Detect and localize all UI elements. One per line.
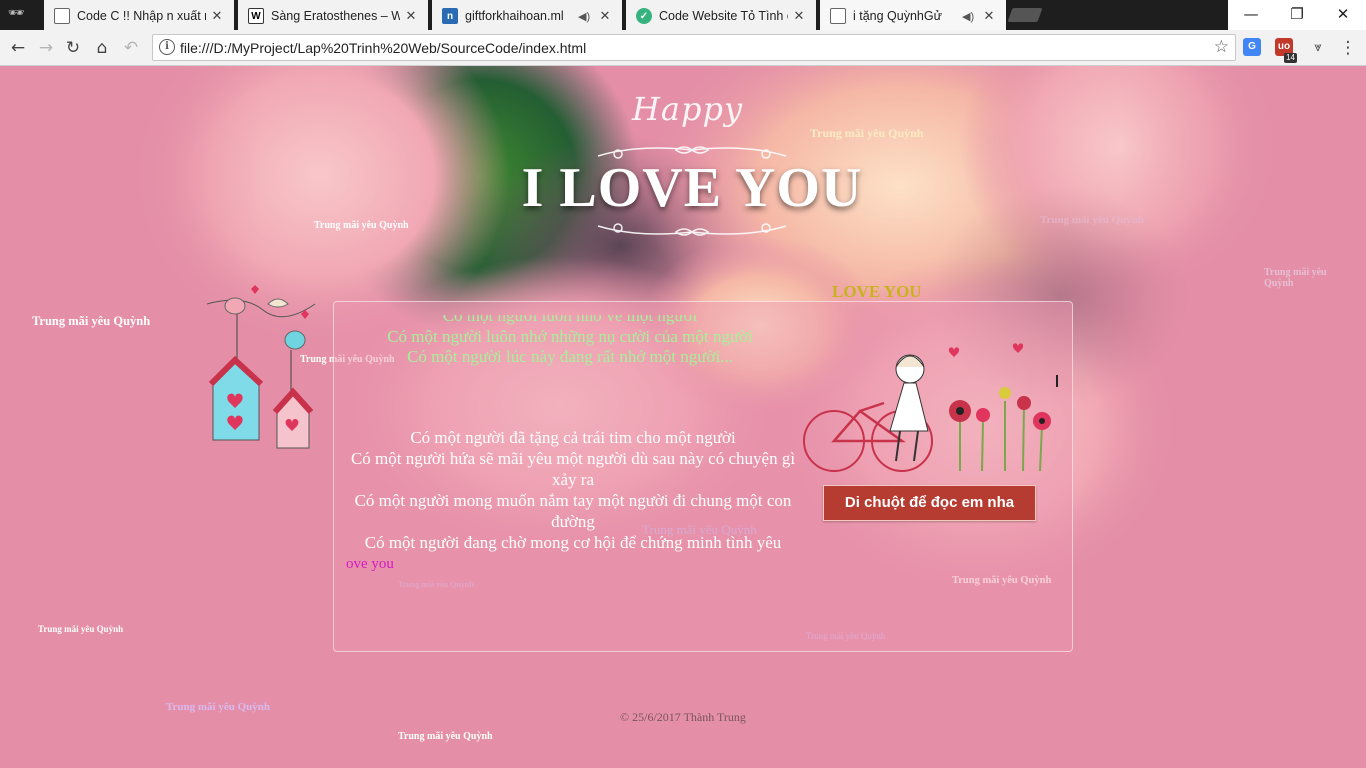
- floating-text: Trung mãi yêu Quỳnh: [398, 731, 493, 742]
- reload-icon[interactable]: ↻: [61, 36, 85, 60]
- tab-3[interactable]: n giftforkhaihoan.ml ◀) ✕: [432, 0, 622, 30]
- tab-title: Sàng Eratosthenes – Wik: [271, 9, 400, 23]
- tab-1[interactable]: Code C !! Nhập n xuất ra ✕: [44, 0, 234, 30]
- i-love-you-headline: I LOVE YOU: [521, 157, 863, 219]
- close-icon[interactable]: ✕: [792, 8, 806, 24]
- story-line: Có một người hứa sẽ mãi yêu một người dù…: [350, 449, 796, 489]
- love-page: Happy I LOVE YOU Trung mãi yêu Quỳnh Tru…: [0, 66, 1366, 768]
- speaker-icon[interactable]: ◀): [578, 10, 594, 23]
- read-message-button[interactable]: Di chuột để đọc em nha: [823, 485, 1036, 521]
- birdhouse-illustration: [206, 285, 316, 449]
- floating-text: Trung mãi yêu Quỳnh: [32, 314, 151, 328]
- close-window-button[interactable]: ✕: [1320, 0, 1366, 30]
- love-you-marquee: ove you: [346, 556, 394, 572]
- page-icon: [54, 8, 70, 24]
- wikipedia-icon: W: [248, 8, 264, 24]
- tab-strip: 🕶 Code C !! Nhập n xuất ra ✕ W Sàng Erat…: [0, 0, 1366, 30]
- new-tab-button[interactable]: [1007, 8, 1043, 22]
- floating-text: Trung mãi yêu Quỳnh: [810, 126, 924, 140]
- close-icon[interactable]: ✕: [210, 8, 224, 24]
- footer-copyright: © 25/6/2017 Thành Trung: [620, 710, 746, 724]
- info-icon[interactable]: i: [159, 39, 175, 55]
- tab-2[interactable]: W Sàng Eratosthenes – Wik ✕: [238, 0, 428, 30]
- menu-icon[interactable]: ⋮: [1336, 36, 1360, 60]
- floating-text: Trung mãi yêu Quỳnh: [166, 701, 271, 713]
- incognito-icon: 🕶: [7, 6, 25, 21]
- floating-text: Trung mãi yêu Quỳnh: [38, 624, 124, 634]
- close-icon[interactable]: ✕: [404, 8, 418, 24]
- extension-menu-icon[interactable]: ⩔: [1306, 36, 1330, 60]
- browser-toolbar: ← → ↻ ⌂ ↶ i file:///D:/MyProject/Lap%20T…: [0, 30, 1366, 66]
- story-line: Có một người đã tặng cả trái tim cho một…: [410, 428, 736, 447]
- check-icon: ✓: [636, 8, 652, 24]
- story-line: Có một người đang chờ mong cơ hội để chứ…: [364, 533, 782, 552]
- story-text: Có một người đã tặng cả trái tim cho một…: [345, 427, 801, 553]
- minimize-button[interactable]: —: [1228, 0, 1274, 30]
- green-message-line: Có một người luôn nhớ những nụ cười của …: [387, 327, 753, 346]
- text-cursor: [1056, 375, 1058, 387]
- url-text[interactable]: file:///D:/MyProject/Lap%20Trinh%20Web/S…: [180, 40, 586, 56]
- close-icon[interactable]: ✕: [982, 8, 996, 24]
- undo-icon[interactable]: ↶: [119, 36, 143, 60]
- restore-button[interactable]: ❐: [1274, 0, 1320, 30]
- story-line: Có một người mong muốn nắm tay một người…: [354, 491, 792, 531]
- home-icon[interactable]: ⌂: [90, 36, 114, 60]
- page-icon: [830, 8, 846, 24]
- back-icon[interactable]: ←: [6, 36, 30, 60]
- ublock-badge: 14: [1284, 53, 1297, 63]
- speaker-icon[interactable]: ◀): [962, 10, 978, 23]
- tab-title: Code Website Tỏ Tình ch: [659, 9, 788, 23]
- forward-icon[interactable]: →: [34, 36, 58, 60]
- love-you-heading: LOVE YOU: [832, 282, 922, 301]
- tab-title: Code C !! Nhập n xuất ra: [77, 9, 206, 23]
- floating-text: Trung mãi yêu Quỳnh: [1040, 214, 1145, 226]
- site-icon: n: [442, 8, 458, 24]
- floating-text: Trung mãi yêu Quỳnh: [1264, 267, 1327, 289]
- happy-script: Happy: [632, 90, 744, 128]
- close-icon[interactable]: ✕: [598, 8, 612, 24]
- girl-bicycle-illustration: [803, 343, 1051, 472]
- floating-text: Trung mãi yêu Quỳnh: [314, 220, 409, 231]
- tab-title: giftforkhaihoan.ml: [465, 9, 564, 23]
- google-translate-icon[interactable]: G: [1243, 38, 1261, 56]
- bookmark-star-icon[interactable]: ☆: [1214, 37, 1229, 57]
- tab-title: i tặng QuỳnhGử: [853, 9, 942, 23]
- tab-4[interactable]: ✓ Code Website Tỏ Tình ch ✕: [626, 0, 816, 30]
- green-message-line: Có một người lúc này đang rất nhớ một ng…: [407, 347, 733, 366]
- address-bar[interactable]: i file:///D:/MyProject/Lap%20Trinh%20Web…: [152, 34, 1236, 61]
- tab-5-active[interactable]: i tặng QuỳnhGử ◀) ✕: [820, 0, 1006, 30]
